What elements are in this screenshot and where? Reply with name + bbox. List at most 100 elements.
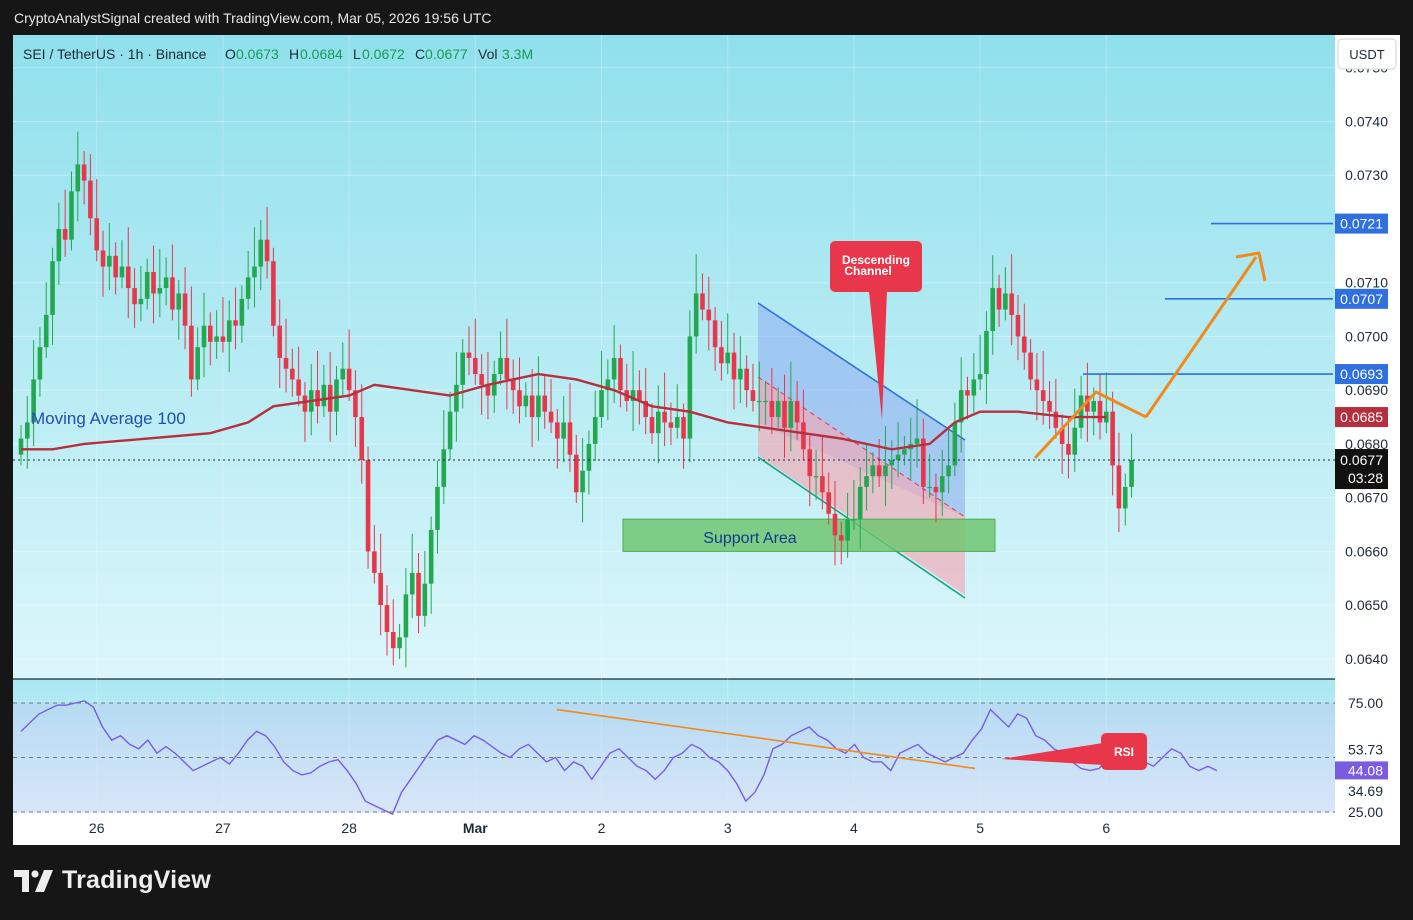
open-value: 0.0673 bbox=[236, 46, 279, 62]
chart-legend: SEI / TetherUS · 1h · Binance O 0.0673 H… bbox=[23, 46, 533, 62]
candle-body bbox=[1066, 443, 1071, 455]
rsi-current-value: 44.08 bbox=[1348, 762, 1383, 778]
candle-body bbox=[409, 572, 415, 595]
candle-body bbox=[466, 352, 472, 358]
candle-body bbox=[125, 266, 131, 289]
candle-body bbox=[271, 261, 276, 326]
candle-body bbox=[788, 400, 794, 428]
time-tick-label: 3 bbox=[724, 820, 732, 836]
candle-body bbox=[851, 519, 857, 521]
candle-body bbox=[946, 465, 951, 477]
candle-body bbox=[441, 449, 447, 487]
candle-body bbox=[359, 417, 365, 461]
candle-body bbox=[681, 417, 686, 439]
time-tick-label: 26 bbox=[89, 820, 105, 836]
price-badge-label: 0.0685 bbox=[1340, 409, 1383, 425]
candle-body bbox=[290, 368, 295, 380]
candle-body bbox=[548, 411, 554, 423]
time-tick-label: 28 bbox=[341, 820, 357, 836]
price-badge-label: 0.0707 bbox=[1340, 291, 1383, 307]
candle-body bbox=[1040, 390, 1046, 401]
candle-body bbox=[321, 384, 327, 407]
candle-body bbox=[37, 347, 43, 380]
candle-body bbox=[346, 368, 352, 391]
rsi-indicator: RSI 75.00 53.73 44.08 34.69 25.00 bbox=[13, 695, 1388, 820]
brand-name: TradingView bbox=[62, 866, 212, 894]
low-value: 0.0672 bbox=[362, 46, 405, 62]
candle-body bbox=[264, 239, 270, 262]
candle-body bbox=[365, 460, 371, 552]
candle-body bbox=[416, 572, 421, 616]
price-tick-label: 0.0730 bbox=[1345, 167, 1388, 183]
candle-body bbox=[1091, 400, 1096, 412]
candle-body bbox=[1129, 460, 1134, 487]
candle-body bbox=[744, 368, 749, 391]
candle-body bbox=[769, 400, 775, 418]
candle-body bbox=[75, 164, 81, 192]
candle-body bbox=[43, 314, 49, 348]
candle-body bbox=[567, 422, 573, 455]
candle-body bbox=[958, 390, 964, 423]
currency-button[interactable]: USDT bbox=[1337, 38, 1397, 70]
candle-body bbox=[1110, 411, 1115, 466]
candle-body bbox=[889, 460, 895, 466]
candle-body bbox=[839, 535, 844, 541]
volume-label: Vol bbox=[478, 46, 497, 62]
candle-body bbox=[479, 374, 484, 385]
candle-body bbox=[144, 271, 150, 299]
candle-body bbox=[239, 298, 245, 326]
candle-body bbox=[599, 390, 604, 418]
price-chart[interactable]: Moving Average 100Support AreaDescending… bbox=[13, 35, 1400, 845]
candle-body bbox=[592, 417, 598, 444]
candle-body bbox=[1053, 411, 1059, 428]
candle-body bbox=[914, 438, 920, 444]
candle-body bbox=[895, 454, 901, 461]
volume-value: 3.3M bbox=[502, 46, 533, 62]
candle-body bbox=[927, 486, 932, 489]
candle-body bbox=[555, 422, 560, 439]
candle-body bbox=[25, 422, 30, 439]
candle-body bbox=[226, 320, 232, 342]
candle-body bbox=[719, 347, 724, 364]
candle-body bbox=[801, 422, 806, 450]
candle-body bbox=[170, 277, 175, 310]
candle-body bbox=[119, 266, 125, 278]
candle-body bbox=[580, 470, 585, 493]
candle-body bbox=[813, 476, 819, 478]
tradingview-brand[interactable]: TradingView bbox=[14, 866, 211, 895]
candle-body bbox=[870, 465, 876, 477]
high-value: 0.0684 bbox=[300, 46, 343, 62]
candle-body bbox=[378, 572, 383, 606]
price-badge-label: 0.0693 bbox=[1340, 366, 1383, 382]
candle-body bbox=[372, 551, 377, 573]
candle-body bbox=[826, 492, 831, 514]
low-label: L bbox=[353, 46, 361, 62]
candle-body bbox=[113, 255, 118, 278]
currency-label: USDT bbox=[1349, 47, 1384, 62]
candle-body bbox=[163, 277, 169, 289]
rsi-level-label: 53.73 bbox=[1348, 741, 1383, 757]
candle-body bbox=[62, 228, 68, 240]
candle-body bbox=[693, 293, 699, 337]
candle-body bbox=[1122, 486, 1128, 509]
price-badge-label: 0.0721 bbox=[1340, 216, 1383, 232]
candle-body bbox=[334, 379, 339, 412]
candle-body bbox=[1097, 400, 1103, 423]
close-value: 0.0677 bbox=[425, 46, 468, 62]
time-tick-label: 27 bbox=[215, 820, 231, 836]
candle-body bbox=[731, 352, 737, 380]
candle-body bbox=[189, 325, 194, 380]
time-scale[interactable] bbox=[13, 813, 1335, 845]
open-label: O bbox=[225, 46, 236, 62]
candle-body bbox=[857, 486, 863, 520]
candle-body bbox=[674, 417, 680, 428]
time-tick-label: 2 bbox=[598, 820, 606, 836]
candle-body bbox=[977, 374, 983, 380]
candle-body bbox=[738, 368, 743, 380]
candle-body bbox=[81, 164, 87, 181]
last-price-value: 0.0677 bbox=[1340, 452, 1383, 468]
candle-body bbox=[807, 449, 813, 477]
tradingview-logo-icon bbox=[14, 869, 53, 892]
chart-frame[interactable]: Moving Average 100 Support Area Descending… bbox=[13, 35, 1400, 845]
candle-body bbox=[214, 336, 219, 342]
